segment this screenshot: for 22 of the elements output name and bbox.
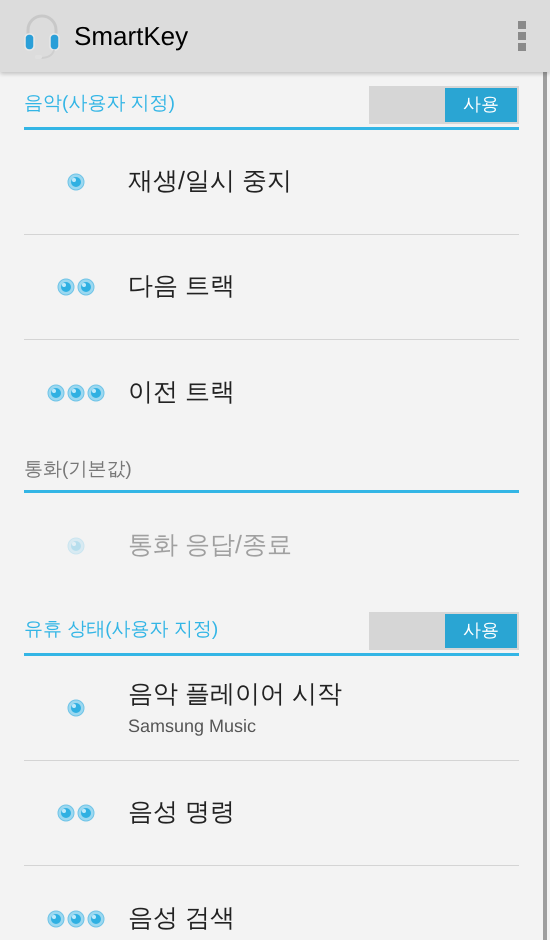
press-dots-icon bbox=[66, 536, 86, 556]
action-subtitle: Samsung Music bbox=[128, 715, 258, 738]
section-header: 유휴 상태(사용자 지정) bbox=[24, 618, 220, 642]
section-header: 통화(기본값) bbox=[24, 458, 133, 482]
toggle-label: 사용 bbox=[445, 614, 517, 648]
headset-icon bbox=[24, 12, 60, 60]
press-dots-icon bbox=[56, 277, 96, 297]
overflow-menu-icon[interactable] bbox=[518, 21, 526, 51]
action-label[interactable]: 음성 검색 bbox=[128, 900, 235, 938]
section-header: 음악(사용자 지정) bbox=[24, 92, 176, 116]
action-label[interactable]: 다음 트랙 bbox=[128, 268, 235, 306]
press-dots-icon bbox=[66, 172, 86, 192]
action-label[interactable]: 음성 명령 bbox=[128, 794, 235, 832]
action-label[interactable]: 재생/일시 중지 bbox=[128, 163, 292, 201]
press-dots-icon bbox=[46, 382, 106, 402]
action-label[interactable]: 음악 플레이어 시작 bbox=[128, 676, 342, 714]
press-dots-icon bbox=[46, 908, 106, 928]
toggle-label: 사용 bbox=[445, 88, 517, 122]
press-dots-icon bbox=[66, 698, 86, 718]
action-label[interactable]: 이전 트랙 bbox=[128, 374, 235, 412]
app-title: SmartKey bbox=[74, 20, 190, 52]
press-dots-icon bbox=[56, 803, 96, 823]
